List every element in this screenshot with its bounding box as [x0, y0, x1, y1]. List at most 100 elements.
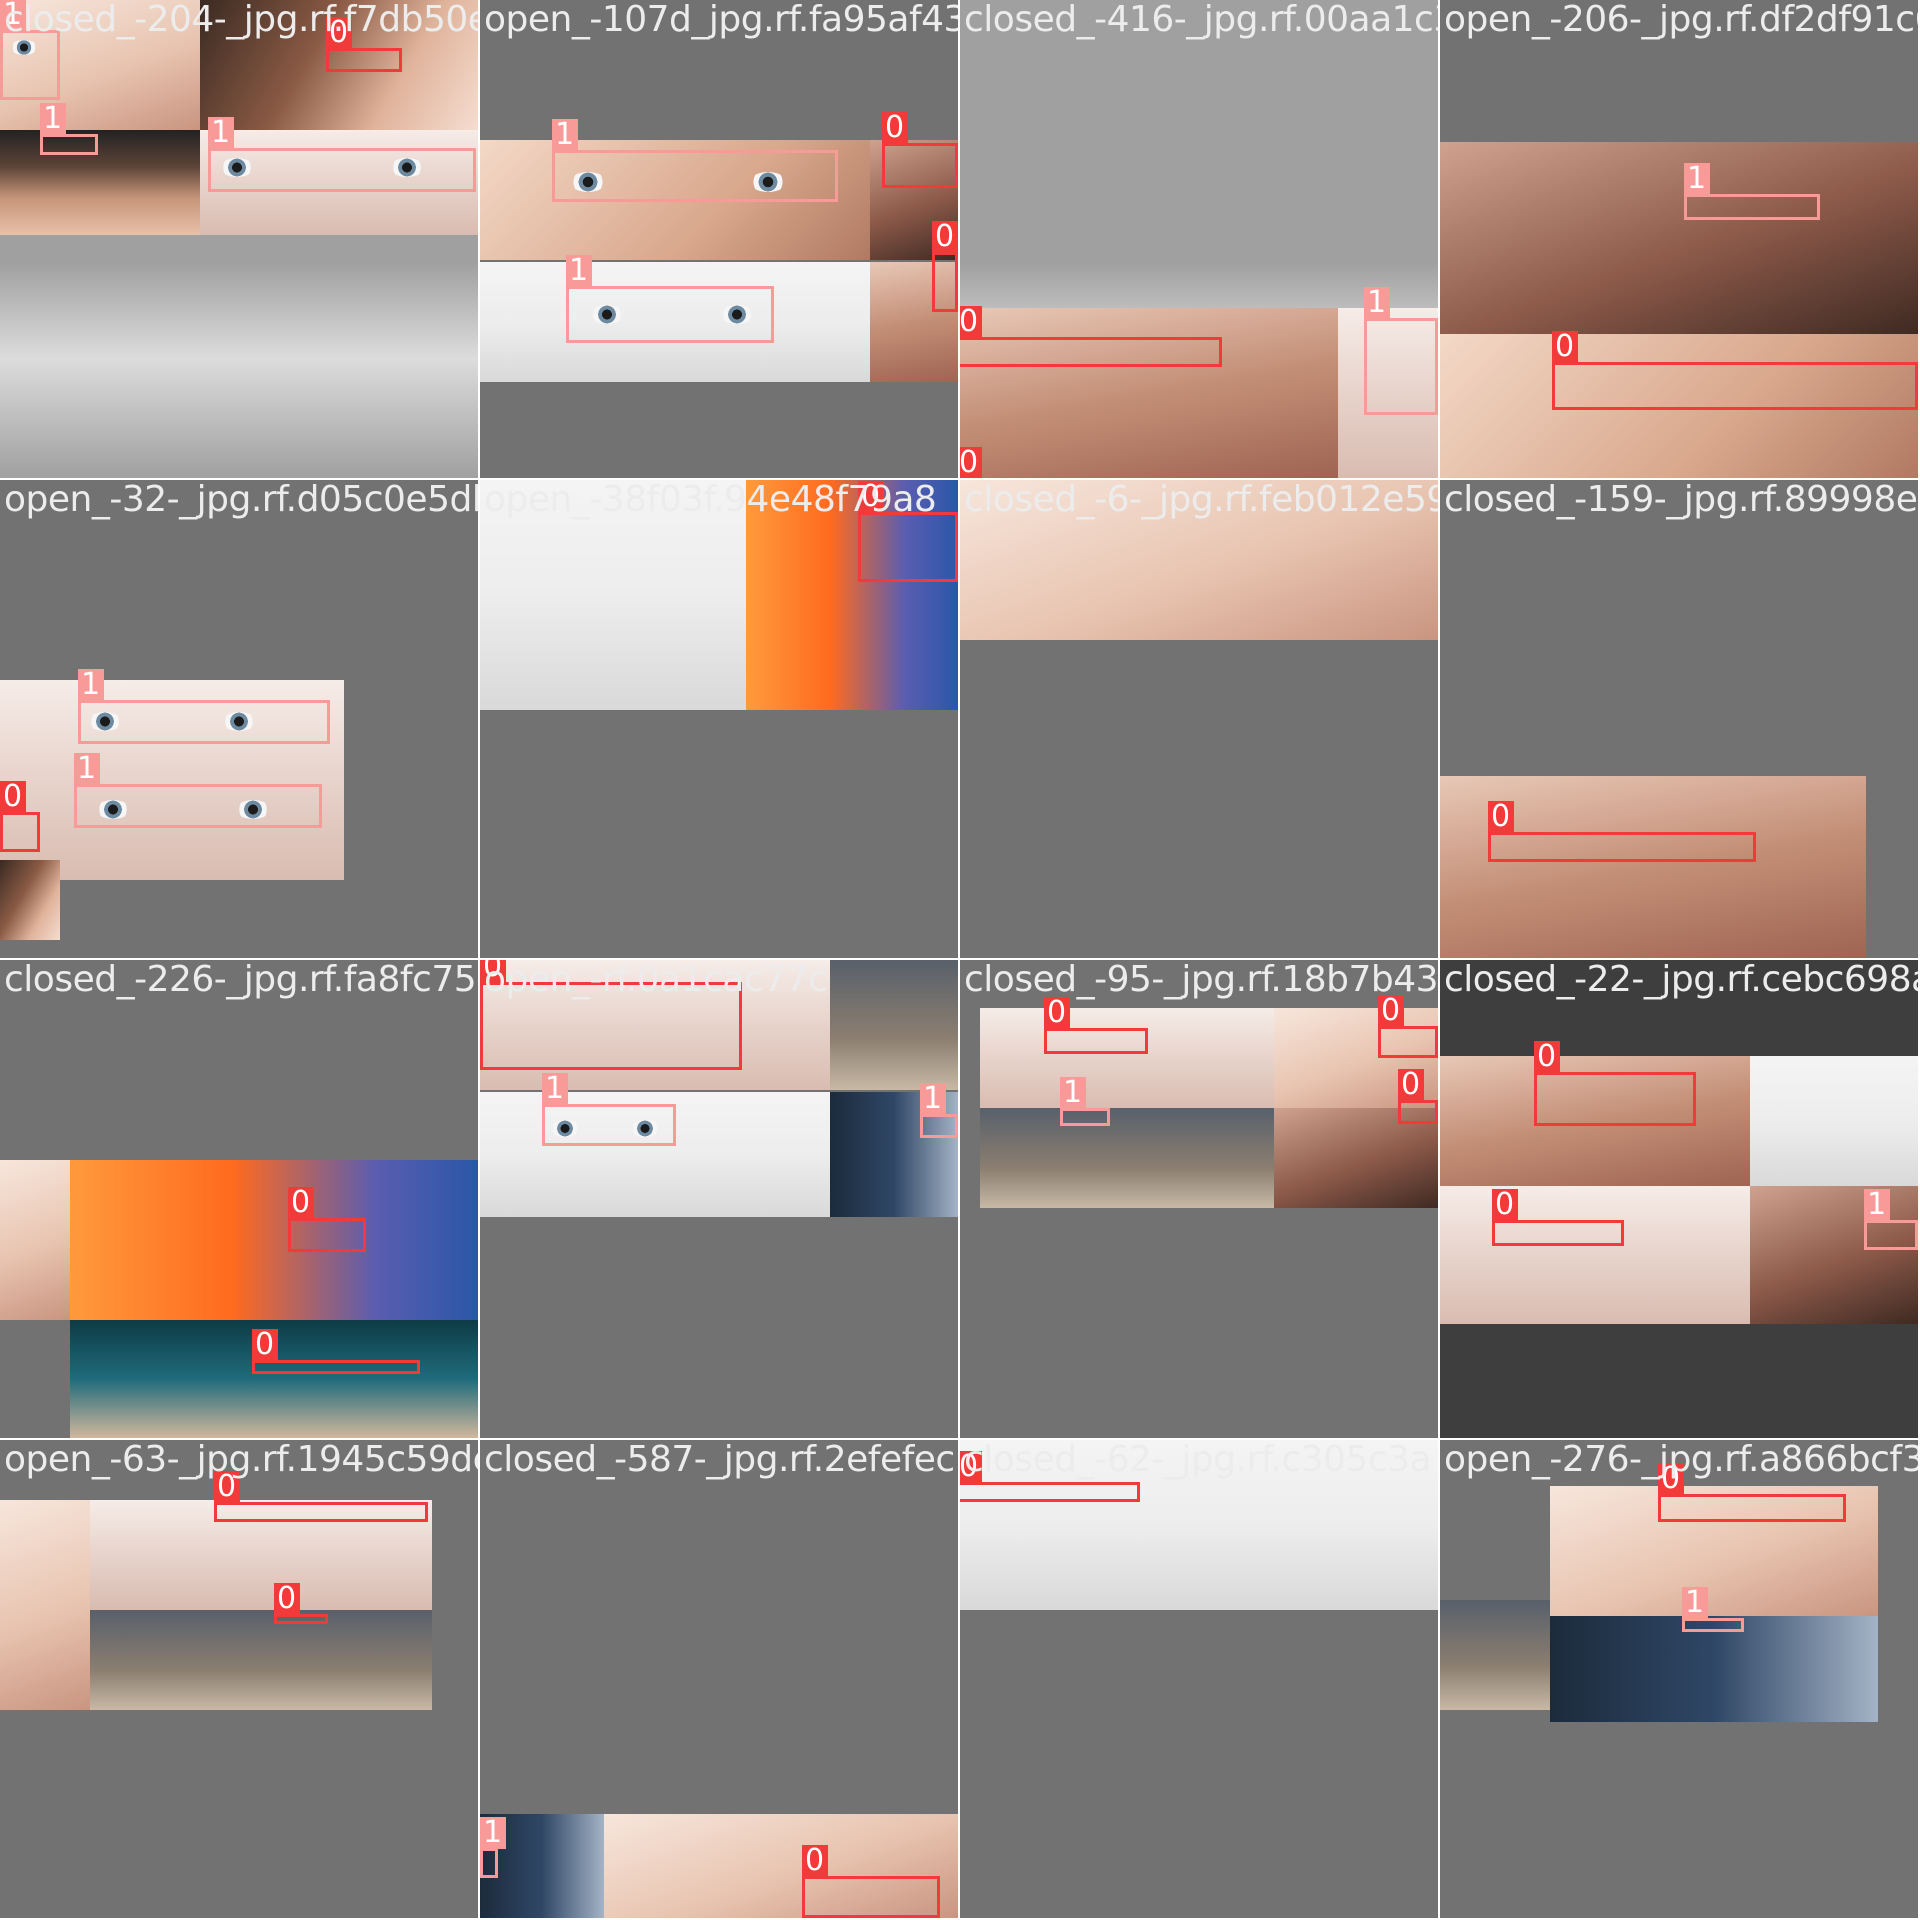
detection-class-label: 0 — [0, 781, 26, 813]
tile-filename: closed_-159-_jpg.rf.89998e85 — [1444, 480, 1918, 520]
detection-box: 1 — [920, 1083, 958, 1138]
tile-filename: open_-38f03f.94e48f79a8 — [484, 480, 937, 520]
detection-box: 1 — [480, 1817, 506, 1878]
mosaic-tile: 0 open_-38f03f.94e48f79a8 — [480, 480, 958, 958]
grid-divider-horizontal — [0, 478, 1920, 480]
grid-divider-vertical — [958, 0, 960, 1920]
tile-filename: closed_-22-_jpg.rf.cebc698a — [1444, 960, 1918, 1000]
detection-class-label: 0 — [960, 447, 982, 478]
tile-filename: open_-276-_jpg.rf.a866bcf33 — [1444, 1440, 1918, 1480]
face-photo — [1440, 1600, 1550, 1710]
grid-divider-horizontal — [0, 958, 1920, 960]
mosaic-tile: 0 closed_-159-_jpg.rf.89998e85 — [1440, 480, 1918, 958]
detection-box: 1 — [542, 1073, 676, 1146]
detection-box: 0 — [1552, 331, 1918, 410]
face-photo — [1440, 142, 1918, 334]
detection-box: 1 — [566, 255, 774, 343]
detection-class-label: 1 — [1864, 1189, 1890, 1221]
detection-class-label: 1 — [74, 753, 100, 785]
face-photo — [0, 1160, 70, 1320]
mosaic-tile: 1011closed_-204-_jpg.rf.f7db50e5335065f7… — [0, 0, 478, 478]
grid-divider-vertical — [1438, 0, 1440, 1920]
face-photo — [0, 860, 60, 940]
detection-box: 0 — [1658, 1463, 1846, 1522]
detection-box: 0 — [932, 221, 958, 312]
detection-box: 1 — [40, 103, 98, 155]
mosaic-tile: 0 0 closed_-226-_jpg.rf.fa8fc75e — [0, 960, 478, 1438]
face-photo — [70, 1160, 478, 1320]
detection-box: 0 — [288, 1187, 366, 1252]
mosaic-tile: 1 0 closed_-587-_jpg.rf.2efefec1 — [480, 1440, 958, 1918]
detection-class-label: 1 — [78, 669, 104, 701]
mosaic-tile: 0 0 1 0 closed_-95-_jpg.rf.18b7b43 — [960, 960, 1438, 1438]
detection-box: 1 — [78, 669, 330, 744]
detection-box: 0 — [1044, 997, 1148, 1054]
mosaic-tile: 1 1 0 open_-32-_jpg.rf.d05c0e5dbd1106449 — [0, 480, 478, 958]
mosaic-tile: 0 closed_-62-_jpg.rf.c305c3a — [960, 1440, 1438, 1918]
face-photo — [0, 130, 200, 235]
mosaic-tile: 0 0 1 closed_-22-_jpg.rf.cebc698a — [1440, 960, 1918, 1438]
detection-class-label: 0 — [932, 221, 958, 253]
detection-box: 0 — [960, 306, 1222, 367]
tile-filename: closed_-95-_jpg.rf.18b7b43 — [964, 960, 1438, 1000]
detection-class-label: 0 — [1552, 331, 1578, 363]
face-photo — [980, 1008, 1274, 1108]
mosaic-grid: 1 0 1 1 closed_-204-_jpg.rf.f7db50e5335065f7… — [0, 0, 1920, 1920]
grid-divider-horizontal — [0, 1438, 1920, 1440]
detection-box: 0 — [326, 17, 402, 72]
tile-filename: closed_-62-_jpg.rf.c305c3a — [964, 1440, 1432, 1480]
detection-class-label: 0 — [252, 1329, 278, 1361]
tile-filename: open_-32-_jpg.rf.d05c0e5dbd1106449 — [4, 480, 478, 520]
face-photo — [830, 960, 958, 1090]
tile-filename: open_-107d_jpg.rf.fa95af437a8988d441d09a — [484, 0, 958, 40]
mosaic-tile: 0 1 open_-276-_jpg.rf.a866bcf33 — [1440, 1440, 1918, 1918]
detection-box: 0 — [274, 1583, 328, 1624]
detection-box: 1 — [1060, 1077, 1110, 1126]
tile-filename: closed_-416-_jpg.rf.00aa1c3dbe12906f748 — [964, 0, 1438, 40]
face-photo — [960, 308, 1338, 478]
detection-class-label: 0 — [288, 1187, 314, 1219]
detection-class-label: 0 — [1534, 1041, 1560, 1073]
mosaic-tile: 0 1 1 open_-rf.0a1cac77c — [480, 960, 958, 1438]
detection-box: 0 — [960, 1451, 1140, 1502]
detection-class-label: 1 — [40, 103, 66, 135]
face-photo — [980, 1108, 1274, 1208]
detection-class-label: 1 — [208, 117, 234, 149]
mosaic-tile: 1 0 open_-206-_jpg.rf.df2df91c67 — [1440, 0, 1918, 478]
detection-class-label: 0 — [802, 1845, 828, 1877]
face-photo — [90, 1610, 432, 1710]
tile-filename: open_-rf.0a1cac77c — [484, 960, 828, 1000]
detection-box: 1 — [1684, 163, 1820, 220]
detection-box: 0 — [1378, 995, 1438, 1058]
detection-class-label: 0 — [1398, 1069, 1424, 1101]
detection-class-label: 0 — [274, 1583, 300, 1615]
detection-box: 0 — [214, 1471, 428, 1522]
detection-class-label: 1 — [1684, 163, 1710, 195]
detection-class-label: 0 — [960, 306, 982, 338]
tile-filename: closed_-587-_jpg.rf.2efefec1 — [484, 1440, 958, 1480]
detection-box: 1 — [1364, 287, 1438, 415]
tile-filename: closed_-6-_jpg.rf.feb012e59 — [964, 480, 1438, 520]
detection-class-label: 1 — [480, 1817, 506, 1849]
tile-filename: open_-63-_jpg.rf.1945c59dc — [4, 1440, 478, 1480]
detection-box: 0 — [1492, 1189, 1624, 1246]
tile-filename: open_-206-_jpg.rf.df2df91c67 — [1444, 0, 1918, 40]
detection-box: 0 — [882, 112, 958, 188]
grid-divider-vertical — [478, 0, 480, 1920]
detection-box: 0 — [252, 1329, 420, 1374]
detection-box: 0 — [802, 1845, 940, 1918]
detection-class-label: 1 — [552, 119, 578, 151]
mosaic-tile: 1 0 1 0 open_-107d_jpg.rf.fa95af437a8988d441… — [480, 0, 958, 478]
detection-box: 1 — [208, 117, 476, 192]
detection-class-label: 1 — [920, 1083, 946, 1115]
mosaic-tile: 0 0 open_-63-_jpg.rf.1945c59dc — [0, 1440, 478, 1918]
tile-filename: closed_-226-_jpg.rf.fa8fc75e — [4, 960, 478, 1000]
detection-class-label: 1 — [1364, 287, 1390, 319]
face-photo — [1440, 1186, 1750, 1324]
detection-class-label: 1 — [1682, 1587, 1708, 1619]
detection-box: 1 — [552, 119, 838, 202]
mosaic-tile: closed_-6-_jpg.rf.feb012e59 — [960, 480, 1438, 958]
mosaic-tile: 0 1 0 closed_-416-_jpg.rf.00aa1c3dbe12906f7… — [960, 0, 1438, 478]
detection-class-label: 0 — [1492, 1189, 1518, 1221]
detection-class-label: 1 — [566, 255, 592, 287]
